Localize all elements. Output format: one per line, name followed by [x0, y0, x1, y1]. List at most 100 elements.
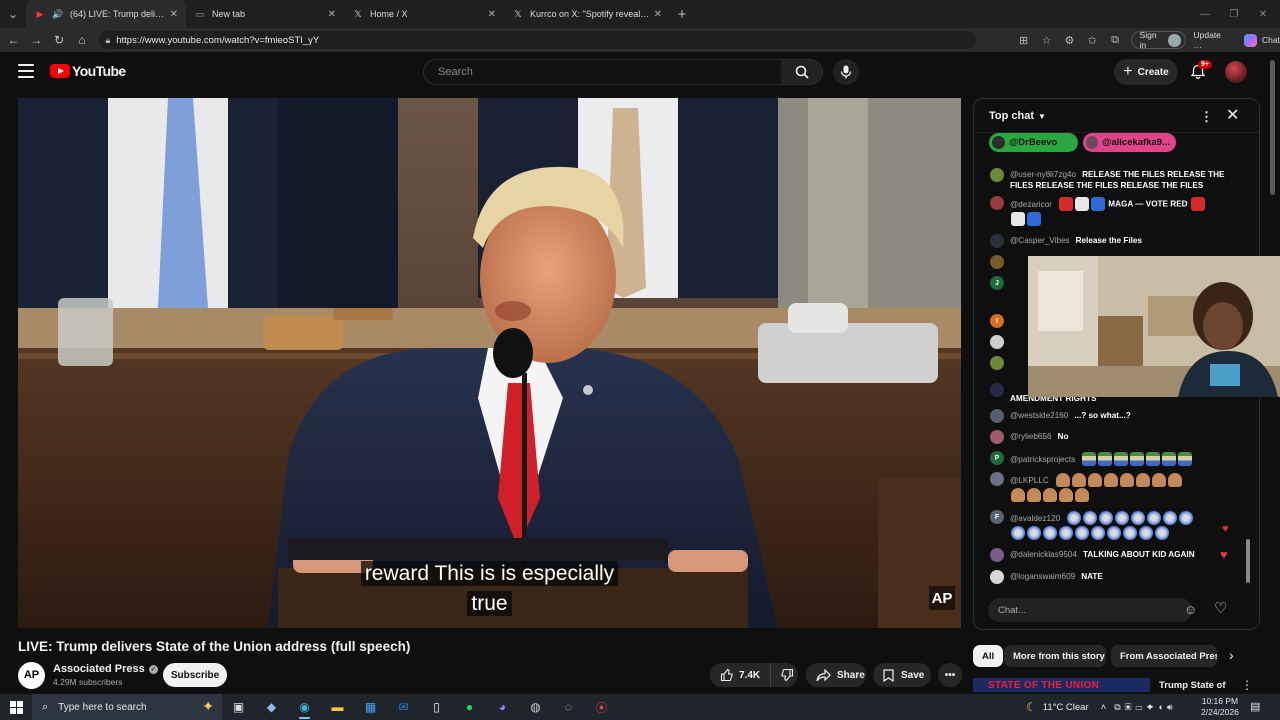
windows-logo-icon	[9, 700, 23, 714]
subscribe-button[interactable]: Subscribe	[163, 663, 227, 687]
notifications-button[interactable]: 9+	[1186, 60, 1212, 84]
new-tab-plus-icon[interactable]: +	[670, 6, 694, 23]
page-icon: ▭	[195, 8, 205, 19]
chat-avatar	[990, 570, 1004, 584]
apps-icon[interactable]: ⊞	[1012, 28, 1035, 52]
next-video-title[interactable]: Trump State of	[1159, 680, 1226, 691]
tab-youtube[interactable]: ▶ 🔊 (64) LIVE: Trump delivers State of t…	[26, 0, 186, 28]
search-button[interactable]	[781, 59, 823, 85]
chat-message: @loganswaim609 NATE	[990, 570, 1240, 584]
favorites-icon[interactable]: ✩	[1081, 28, 1104, 52]
tab-new-tab[interactable]: ▭ New tab ✕	[186, 0, 344, 28]
filter-chip-from-ap[interactable]: From Associated Press	[1111, 645, 1217, 667]
spotify-icon[interactable]: ●	[453, 694, 486, 720]
dislike-button[interactable]	[771, 668, 803, 682]
app-icon-generic-2[interactable]: ◌	[552, 694, 585, 720]
outlook-icon[interactable]: ✉	[387, 694, 420, 720]
file-explorer-icon[interactable]: ▬	[321, 694, 354, 720]
back-arrow-icon[interactable]: ←	[2, 28, 25, 52]
sign-in-label: Sign in	[1139, 30, 1157, 50]
share-button[interactable]: Share	[806, 663, 866, 687]
speaker-icon[interactable]: 🔊	[52, 8, 64, 20]
tab-actions-chevron-icon[interactable]: ⌄	[0, 0, 26, 28]
chat-text: NATE	[1081, 572, 1103, 581]
chevron-right-icon[interactable]: ›	[1229, 647, 1234, 663]
taskbar-clock[interactable]: 10:16 PM 2/24/2026	[1201, 696, 1239, 718]
pinned-chip-drbeevo[interactable]: @DrBeevo	[989, 133, 1078, 152]
emoji-picker-icon[interactable]: ☺	[1184, 602, 1197, 617]
account-avatar[interactable]	[1225, 61, 1247, 83]
flag-emoji-icon	[1098, 452, 1113, 466]
weather-text[interactable]: 11°C Clear	[1043, 702, 1089, 713]
forward-arrow-icon[interactable]: →	[25, 28, 48, 52]
update-button[interactable]: Update …	[1194, 30, 1230, 50]
heart-react-icon[interactable]: ♡	[1214, 599, 1227, 617]
chat-mode-dropdown[interactable]: Top chat ▼	[989, 110, 1046, 122]
close-window-icon[interactable]: ✕	[1246, 0, 1280, 28]
home-icon[interactable]: ⌂	[71, 28, 94, 52]
emoji-icon	[1027, 526, 1041, 540]
thumbnail-text: STATE OF THE UNION	[988, 680, 1100, 691]
tray-icons[interactable]: ⧉▣▭✦◖🔊︎	[1114, 702, 1176, 713]
chat-options-kebab-icon[interactable]: ⋮	[1200, 109, 1213, 125]
video-player[interactable]: reward This is is especially true AP	[18, 98, 961, 628]
close-chat-icon[interactable]: ✕	[1226, 105, 1239, 125]
url-field[interactable]: 🔒︎ https://www.youtube.com/watch?v=fmieo…	[99, 31, 977, 49]
youtube-play-icon	[50, 64, 70, 78]
taskbar-search-placeholder: Type here to search	[58, 701, 147, 713]
youtube-favicon-icon: ▶	[36, 8, 44, 19]
close-tab-icon[interactable]: ✕	[170, 9, 178, 20]
red-square-emoji-icon	[1059, 197, 1073, 211]
tray-chevron-up-icon[interactable]: ˄	[1101, 702, 1107, 713]
voice-search-button[interactable]	[833, 59, 859, 85]
chat-avatar	[990, 234, 1004, 248]
next-video-thumbnail[interactable]: STATE OF THE UNION	[973, 678, 1150, 692]
close-tab-icon[interactable]: ✕	[488, 9, 496, 20]
filter-chip-all[interactable]: All	[973, 645, 1004, 667]
close-tab-icon[interactable]: ✕	[654, 9, 662, 20]
channel-name-row[interactable]: Associated Press ✓	[53, 663, 158, 675]
channel-name[interactable]: Associated Press	[53, 663, 145, 675]
search-input[interactable]: Search	[423, 59, 782, 85]
favorite-star-icon[interactable]: ☆	[1035, 28, 1058, 52]
chat-input[interactable]: Chat...	[988, 598, 1192, 622]
filter-chip-more-from-story[interactable]: More from this story	[1004, 645, 1106, 667]
close-tab-icon[interactable]: ✕	[328, 9, 336, 20]
chip-avatar	[1086, 136, 1099, 149]
microsoft-store-icon[interactable]: ▦	[354, 694, 387, 720]
discord-icon[interactable]: ◕	[486, 694, 519, 720]
youtube-logo[interactable]: YouTube	[50, 63, 126, 79]
like-button[interactable]: 7.4K	[710, 663, 772, 687]
obs-record-icon[interactable]: ⦿	[585, 694, 618, 720]
copilot-app-icon[interactable]: ◆	[255, 694, 288, 720]
menu-hamburger-icon[interactable]	[18, 64, 34, 78]
pinned-chip-alicekafka[interactable]: @alicekafka9...	[1083, 133, 1176, 152]
app-icon-generic[interactable]: ◍	[519, 694, 552, 720]
copilot-chat-button[interactable]: Chat	[1243, 33, 1280, 47]
page-scrollbar[interactable]	[1270, 60, 1275, 195]
tab-x-home[interactable]: 𝕏 Home / X ✕	[344, 0, 504, 28]
collections-icon[interactable]: ⧉	[1104, 28, 1127, 52]
extensions-icon[interactable]: ⚙	[1058, 28, 1081, 52]
create-button[interactable]: + Create	[1114, 59, 1178, 85]
start-button[interactable]	[0, 694, 32, 720]
chevron-down-icon: ▼	[1038, 111, 1046, 121]
praying-hands-emoji-icon	[1055, 473, 1070, 487]
notepad-icon[interactable]: ▯	[420, 694, 453, 720]
reload-icon[interactable]: ↻	[48, 28, 71, 52]
save-button[interactable]: Save	[873, 663, 931, 687]
tab-x-kurrco[interactable]: 𝕏 Kurrco on X: "Spotify reveals its list…	[504, 0, 670, 28]
next-video-kebab-icon[interactable]: ⋮	[1241, 678, 1253, 692]
more-actions-button[interactable]: •••	[938, 663, 962, 687]
taskbar-search-input[interactable]: ⌕ Type here to search ✦	[32, 694, 222, 720]
chat-scrollbar[interactable]	[1246, 539, 1250, 583]
chat-message: @westside2160 ...? so what...?	[990, 409, 1240, 423]
channel-avatar[interactable]: AP	[18, 661, 45, 689]
copilot-icon	[1243, 33, 1257, 47]
edge-browser-icon[interactable]: ◉	[288, 694, 321, 720]
chat-message: @LKPLLC	[990, 472, 1240, 503]
update-label: Update	[1193, 30, 1221, 40]
sign-in-button[interactable]: Sign in	[1130, 30, 1186, 50]
notification-center-icon[interactable]: ▤	[1250, 700, 1260, 713]
task-view-icon[interactable]: ▣	[222, 694, 255, 720]
